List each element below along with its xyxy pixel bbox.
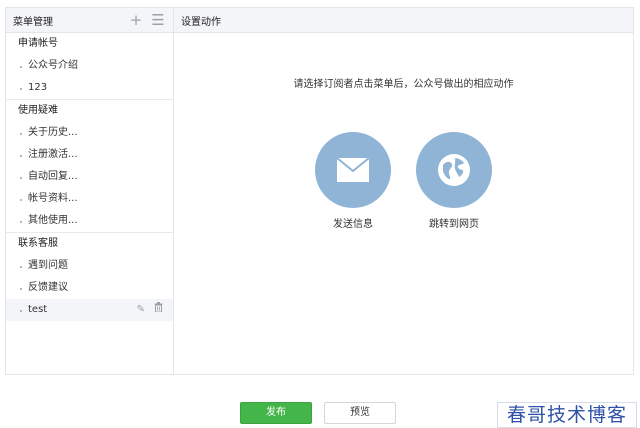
bullet-icon xyxy=(20,310,22,312)
menu-group-title[interactable]: 使用疑难 xyxy=(6,100,173,122)
trash-icon[interactable] xyxy=(154,299,163,321)
menu-sub-item-label: 123 xyxy=(28,82,48,93)
menu-sub-item-label: 遇到问题 xyxy=(28,260,68,271)
menu-sub-item-label: 自动回复... xyxy=(28,171,78,182)
main-title: 设置动作 xyxy=(174,8,633,33)
menu-sub-item-label: 公众号介绍 xyxy=(28,60,78,71)
preview-button[interactable]: 预览 xyxy=(324,402,396,424)
menu-sub-item[interactable]: 123 xyxy=(6,77,173,99)
menu-sub-item[interactable]: 其他使用... xyxy=(6,210,173,232)
menu-sub-item-label: 注册激活... xyxy=(28,149,78,160)
menu-sub-item-label: 反馈建议 xyxy=(28,282,68,293)
bullet-icon xyxy=(20,288,22,290)
send-message-action[interactable]: 发送信息 xyxy=(313,132,393,230)
publish-button[interactable]: 发布 xyxy=(240,402,312,424)
bullet-icon xyxy=(20,66,22,68)
plus-icon[interactable]: + xyxy=(129,12,143,28)
menu-sub-item-label: test xyxy=(28,304,48,315)
menu-group: 申请帐号 公众号介绍 123 xyxy=(6,33,173,100)
bullet-icon xyxy=(20,199,22,201)
menu-editor-panel: 菜单管理 + ☰ 申请帐号 公众号介绍 123 使用疑难 关于历史... 注册激… xyxy=(5,7,634,375)
jump-to-webpage-circle[interactable] xyxy=(416,132,492,208)
menu-sub-item[interactable]: 自动回复... xyxy=(6,166,173,188)
jump-to-webpage-action[interactable]: 跳转到网页 xyxy=(414,132,494,230)
blog-watermark: 春哥技术博客 xyxy=(497,402,637,428)
bullet-icon xyxy=(20,155,22,157)
sidebar-title: 菜单管理 xyxy=(13,16,53,28)
bullet-icon xyxy=(20,88,22,90)
list-icon[interactable]: ☰ xyxy=(151,12,165,28)
menu-sub-item[interactable]: 反馈建议 xyxy=(6,277,173,299)
bullet-icon xyxy=(20,266,22,268)
menu-sub-item-label: 帐号资料... xyxy=(28,193,78,204)
menu-group: 联系客服 遇到问题 反馈建议 test ✎ xyxy=(6,233,173,321)
menu-group-title[interactable]: 申请帐号 xyxy=(6,33,173,55)
pencil-icon[interactable]: ✎ xyxy=(137,299,145,321)
sidebar-header: 菜单管理 + ☰ xyxy=(6,8,173,33)
menu-sidebar: 菜单管理 + ☰ 申请帐号 公众号介绍 123 使用疑难 关于历史... 注册激… xyxy=(6,8,174,374)
jump-to-webpage-label: 跳转到网页 xyxy=(429,219,479,230)
action-prompt: 请选择订阅者点击菜单后，公众号做出的相应动作 xyxy=(293,79,514,90)
menu-sub-item-label: 关于历史... xyxy=(28,127,78,138)
menu-sub-item[interactable]: 遇到问题 xyxy=(6,255,173,277)
menu-sub-item-label: 其他使用... xyxy=(28,215,78,226)
send-message-circle[interactable] xyxy=(315,132,391,208)
menu-group: 使用疑难 关于历史... 注册激活... 自动回复... 帐号资料... 其他使… xyxy=(6,100,173,233)
menu-sub-item-active[interactable]: test ✎ xyxy=(6,299,173,321)
bullet-icon xyxy=(20,133,22,135)
menu-sub-item[interactable]: 公众号介绍 xyxy=(6,55,173,77)
bullet-icon xyxy=(20,221,22,223)
action-settings-panel: 设置动作 请选择订阅者点击菜单后，公众号做出的相应动作 发送信息 跳转到网页 xyxy=(174,8,633,374)
menu-group-title[interactable]: 联系客服 xyxy=(6,233,173,255)
menu-sub-item[interactable]: 关于历史... xyxy=(6,122,173,144)
item-actions: ✎ xyxy=(137,299,163,321)
sidebar-header-actions: + ☰ xyxy=(129,12,165,28)
menu-sub-item[interactable]: 帐号资料... xyxy=(6,188,173,210)
globe-icon xyxy=(438,154,470,186)
menu-sub-item[interactable]: 注册激活... xyxy=(6,144,173,166)
bullet-icon xyxy=(20,177,22,179)
send-message-label: 发送信息 xyxy=(333,219,373,230)
envelope-icon xyxy=(336,157,370,182)
